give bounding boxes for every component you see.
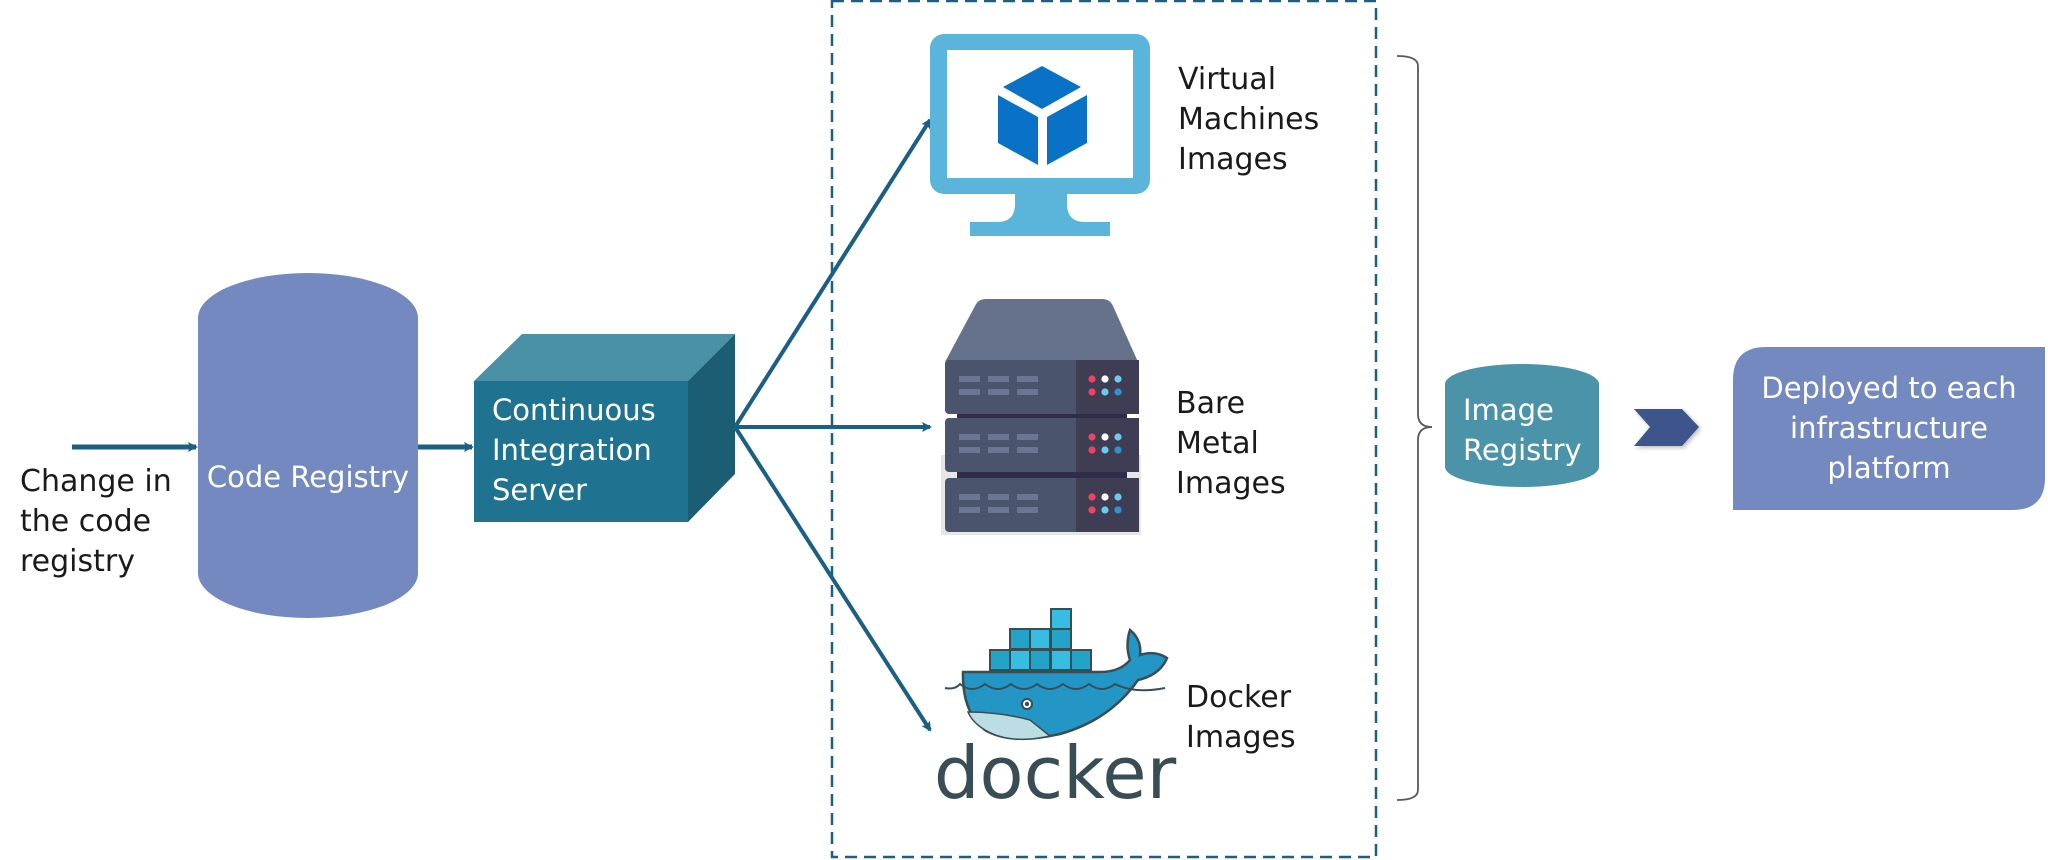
- trigger-label-line: Change in: [20, 464, 172, 499]
- docker-label-line: Docker: [1186, 680, 1292, 715]
- trigger-label-line: registry: [20, 544, 135, 579]
- bare-metal-label-line: Metal: [1176, 426, 1259, 461]
- server-unit: [945, 478, 1139, 532]
- server-rack-icon: [941, 299, 1141, 535]
- code-registry-cylinder[interactable]: [198, 273, 418, 618]
- status-led: [1088, 493, 1096, 501]
- image-registry-label-line: Image: [1463, 393, 1554, 427]
- status-led: [1114, 388, 1122, 396]
- image-registry-label-line: Registry: [1463, 433, 1582, 467]
- docker-containers: [989, 608, 1092, 671]
- bare-metal-label-line: Bare: [1176, 386, 1246, 421]
- code-registry-label: Code Registry: [206, 460, 410, 494]
- chevron-right-icon: [1634, 409, 1699, 446]
- status-led: [1114, 446, 1122, 454]
- deploy-label-line: platform: [1827, 451, 1951, 485]
- status-led: [1101, 506, 1109, 514]
- image-registry-label: Image Registry: [1463, 390, 1582, 470]
- server-unit: [945, 360, 1139, 420]
- ci-server-label-line: Continuous: [492, 393, 656, 427]
- server-unit: [945, 418, 1139, 478]
- bare-metal-images-label: Bare Metal Images: [1176, 384, 1286, 504]
- virtual-machine-monitor-icon: [930, 34, 1150, 236]
- trigger-label-line: the code: [20, 504, 152, 539]
- deploy-label: Deployed to each infrastructure platform: [1733, 368, 2045, 488]
- status-led: [1101, 433, 1109, 441]
- status-led: [1114, 493, 1122, 501]
- docker-logo-icon: [944, 608, 1169, 741]
- ci-server-label: Continuous Integration Server: [492, 390, 656, 510]
- vm-images-label-line: Machines: [1178, 102, 1320, 137]
- status-led: [1101, 375, 1109, 383]
- status-led: [1114, 506, 1122, 514]
- deploy-label-line: infrastructure: [1790, 411, 1988, 445]
- ci-server-label-line: Integration: [492, 433, 652, 467]
- docker-label-line: Images: [1186, 720, 1296, 755]
- status-led: [1101, 446, 1109, 454]
- docker-wordmark: docker: [934, 731, 1177, 815]
- status-led: [1101, 388, 1109, 396]
- bare-metal-label-line: Images: [1176, 466, 1286, 501]
- status-led: [1114, 433, 1122, 441]
- status-led: [1088, 446, 1096, 454]
- trigger-label: Change in the code registry: [20, 462, 172, 582]
- docker-images-label: Docker Images: [1186, 678, 1296, 758]
- status-led: [1114, 375, 1122, 383]
- status-led: [1088, 388, 1096, 396]
- vm-images-label: Virtual Machines Images: [1178, 60, 1319, 180]
- deploy-label-line: Deployed to each: [1761, 371, 2017, 405]
- ci-server-label-line: Server: [492, 473, 588, 507]
- vm-images-label-line: Virtual: [1178, 62, 1277, 97]
- status-led: [1088, 506, 1096, 514]
- grouping-brace: [1396, 55, 1433, 801]
- vm-images-label-line: Images: [1178, 142, 1288, 177]
- status-led: [1088, 433, 1096, 441]
- status-led: [1088, 375, 1096, 383]
- status-led: [1101, 493, 1109, 501]
